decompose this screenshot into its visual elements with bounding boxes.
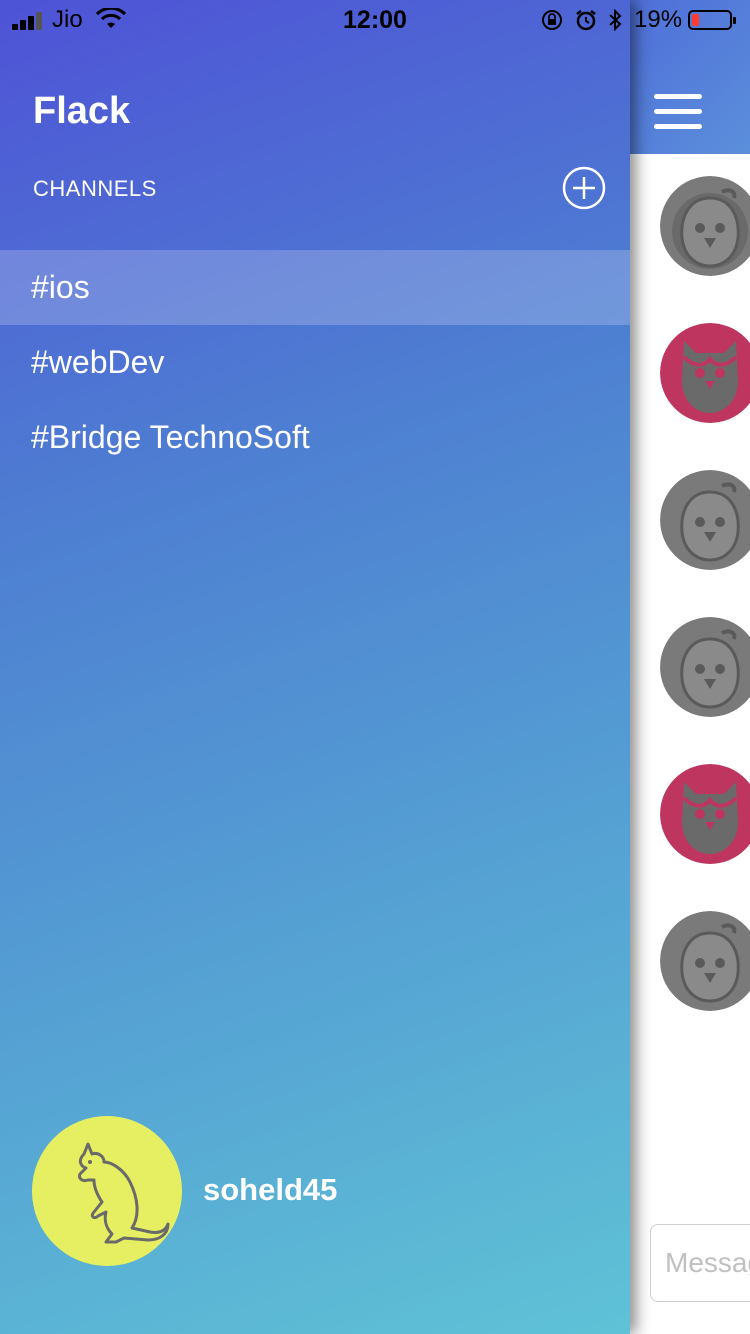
message-input[interactable]: Message: [650, 1224, 750, 1302]
battery-percent: 19%: [634, 6, 683, 33]
chat-panel: Message: [630, 0, 750, 1334]
penguin-icon: [660, 176, 750, 276]
channel-item-webdev[interactable]: #webDev: [0, 325, 630, 400]
username[interactable]: soheld45: [203, 1172, 337, 1208]
alarm-icon: [576, 10, 596, 31]
channel-item-bridge-technosoft[interactable]: #Bridge TechnoSoft: [0, 400, 630, 475]
channel-item-ios[interactable]: #ios: [0, 250, 630, 325]
orientation-lock-icon: [542, 10, 562, 30]
message-avatar: [660, 176, 750, 276]
penguin-icon: [660, 617, 750, 717]
app-title: Flack: [33, 90, 131, 132]
add-channel-button[interactable]: [562, 166, 606, 210]
message-avatar: [660, 617, 750, 717]
owl-icon: [660, 323, 750, 423]
battery-level: [692, 14, 699, 26]
owl-icon: [660, 764, 750, 864]
battery-icon: [688, 10, 736, 30]
message-avatar: [660, 764, 750, 864]
penguin-icon: [660, 470, 750, 570]
plus-circle-icon: [562, 166, 606, 210]
bluetooth-icon: [609, 9, 622, 31]
message-avatar: [660, 911, 750, 1011]
kangaroo-icon: [32, 1116, 182, 1266]
penguin-icon: [660, 911, 750, 1011]
hamburger-menu-icon[interactable]: [654, 94, 702, 130]
channel-drawer: Flack CHANNELS #ios #webDev #Bridge Tech…: [0, 0, 630, 1334]
user-avatar[interactable]: [32, 1116, 182, 1266]
message-avatar: [660, 470, 750, 570]
channels-label: CHANNELS: [33, 176, 157, 201]
status-bar: Jio 12:00 19%: [0, 0, 750, 40]
message-avatar: [660, 323, 750, 423]
